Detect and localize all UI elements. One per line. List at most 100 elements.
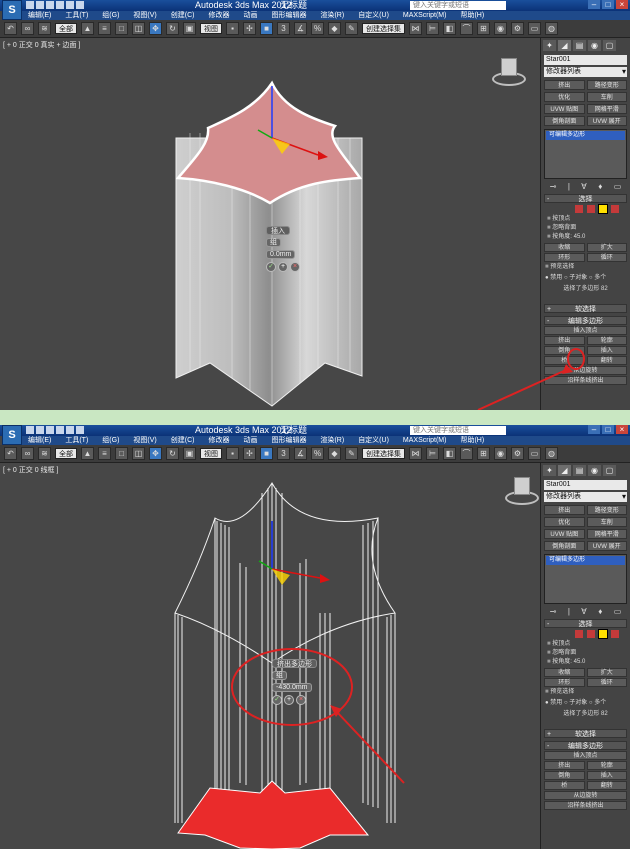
- help-search-input[interactable]: 键入关键字或短语: [410, 1, 506, 10]
- caddy-ok-icon[interactable]: ✓: [272, 695, 282, 705]
- menu-tools[interactable]: 工具(T): [65, 436, 88, 445]
- pivot-icon[interactable]: ▪: [226, 22, 239, 35]
- edit-named-selection-icon[interactable]: ✎: [345, 22, 358, 35]
- by-vertex-checkbox[interactable]: 按顶点: [541, 215, 630, 224]
- mod-unwrapuvw-button[interactable]: UVW 展开: [586, 116, 627, 126]
- mod-optimize-button[interactable]: 优化: [544, 517, 585, 527]
- layer-icon[interactable]: ◧: [443, 22, 456, 35]
- create-tab-icon[interactable]: ✦: [543, 40, 556, 51]
- edge-mode-icon[interactable]: [587, 205, 595, 213]
- reference-coordinate-select[interactable]: 视图: [200, 448, 222, 459]
- configure-sets-icon[interactable]: ▭: [614, 607, 622, 616]
- curve-editor-icon[interactable]: ⌒: [460, 22, 473, 35]
- modifier-stack[interactable]: 可编辑多边形: [544, 129, 627, 179]
- vertex-mode-icon[interactable]: [575, 205, 583, 213]
- minimize-icon[interactable]: –: [588, 425, 600, 434]
- mod-bevelprofile-button[interactable]: 倒角剖面: [544, 116, 585, 126]
- menu-create[interactable]: 创建(C): [171, 436, 195, 445]
- reference-coordinate-select[interactable]: 视图: [200, 23, 222, 34]
- rect-select-icon[interactable]: □: [115, 447, 128, 460]
- modifier-list-select[interactable]: 修改器列表: [544, 492, 627, 502]
- menu-modifiers[interactable]: 修改器: [208, 436, 229, 445]
- render-setup-icon[interactable]: ⚙: [511, 22, 524, 35]
- caddy-apply-icon[interactable]: +: [284, 695, 294, 705]
- caddy-cancel-icon[interactable]: ×: [290, 262, 300, 272]
- select-object-icon[interactable]: ▲: [81, 22, 94, 35]
- selection-filter-select[interactable]: 全部: [55, 23, 77, 34]
- loop-button[interactable]: 循环: [586, 678, 627, 687]
- menu-modifiers[interactable]: 修改器: [208, 11, 229, 20]
- mod-unwrapuvw-button[interactable]: UVW 展开: [586, 541, 627, 551]
- rotate-icon[interactable]: ↻: [166, 447, 179, 460]
- by-angle-checkbox[interactable]: 按角度: 45.0: [541, 233, 630, 242]
- hinge-from-edge-button[interactable]: 从边旋转: [544, 791, 627, 800]
- edit-named-selection-icon[interactable]: ✎: [345, 447, 358, 460]
- menu-graph-editors[interactable]: 图形编辑器: [271, 11, 306, 20]
- caddy-mode-select[interactable]: 组: [266, 238, 281, 247]
- window-crossing-icon[interactable]: ◫: [132, 22, 145, 35]
- mod-bevelprofile-button[interactable]: 倒角剖面: [544, 541, 585, 551]
- object-name-field[interactable]: Star001: [544, 55, 627, 65]
- extrude-button[interactable]: 挤出: [544, 761, 585, 770]
- curve-editor-icon[interactable]: ⌒: [460, 447, 473, 460]
- by-angle-checkbox[interactable]: 按角度: 45.0: [541, 658, 630, 667]
- mod-optimize-button[interactable]: 优化: [544, 92, 585, 102]
- insert-vertex-button[interactable]: 插入顶点: [544, 751, 627, 760]
- move-icon[interactable]: ✥: [149, 447, 162, 460]
- unlink-icon[interactable]: ≋: [38, 22, 51, 35]
- rect-select-icon[interactable]: □: [115, 22, 128, 35]
- extrude-button[interactable]: 挤出: [544, 336, 585, 345]
- transform-gizmo[interactable]: [258, 521, 330, 585]
- render-icon[interactable]: ◍: [545, 22, 558, 35]
- maximize-icon[interactable]: □: [602, 0, 614, 9]
- mod-uvwmap-button[interactable]: UVW 贴图: [544, 104, 585, 114]
- scale-icon[interactable]: ▣: [183, 22, 196, 35]
- menu-create[interactable]: 创建(C): [171, 11, 195, 20]
- bridge-button[interactable]: 桥: [544, 781, 585, 790]
- grow-button[interactable]: 扩大: [586, 243, 627, 252]
- stack-item-editable-poly[interactable]: 可编辑多边形: [546, 131, 625, 140]
- undo-icon[interactable]: ↶: [4, 22, 17, 35]
- mod-lathe-button[interactable]: 车削: [586, 92, 627, 102]
- preview-selection-radios[interactable]: ● 禁用 ○ 子对象 ○ 多个: [541, 272, 630, 281]
- create-tab-icon[interactable]: ✦: [543, 465, 556, 476]
- shrink-button[interactable]: 收缩: [544, 243, 585, 252]
- unlink-icon[interactable]: ≋: [38, 447, 51, 460]
- menu-rendering[interactable]: 渲染(R): [320, 11, 344, 20]
- close-icon[interactable]: ×: [616, 425, 628, 434]
- spinner-snap-icon[interactable]: ◆: [328, 22, 341, 35]
- link-icon[interactable]: ∞: [21, 447, 34, 460]
- schematic-view-icon[interactable]: ⊞: [477, 22, 490, 35]
- stack-item-editable-poly[interactable]: 可编辑多边形: [546, 556, 625, 565]
- show-end-icon[interactable]: |: [568, 182, 570, 191]
- extrude-along-spline-button[interactable]: 沿样条线挤出: [544, 801, 627, 810]
- angle-snap-icon[interactable]: ∡: [294, 447, 307, 460]
- extrude-along-spline-button[interactable]: 沿样条线挤出: [544, 376, 627, 385]
- star-prism-wireframe[interactable]: [0, 463, 540, 849]
- menu-edit[interactable]: 编辑(E): [28, 11, 51, 20]
- mod-lathe-button[interactable]: 车削: [586, 517, 627, 527]
- quick-access-toolbar[interactable]: [26, 426, 84, 434]
- object-name-field[interactable]: Star001: [544, 480, 627, 490]
- outline-button[interactable]: 轮廓: [586, 336, 627, 345]
- mirror-icon[interactable]: ⋈: [409, 447, 422, 460]
- polygon-mode-icon[interactable]: [598, 629, 608, 639]
- caddy-amount-input[interactable]: -430.0mm: [272, 683, 312, 692]
- menu-tools[interactable]: 工具(T): [65, 11, 88, 20]
- select-manipulate-icon[interactable]: ✢: [243, 447, 256, 460]
- rendered-frame-icon[interactable]: ▭: [528, 22, 541, 35]
- edge-mode-icon[interactable]: [587, 630, 595, 638]
- menu-help[interactable]: 帮助(H): [460, 436, 484, 445]
- ignore-backfacing-checkbox[interactable]: 忽略背面: [541, 649, 630, 658]
- ring-button[interactable]: 环形: [544, 678, 585, 687]
- app-logo-button[interactable]: S: [2, 0, 22, 20]
- edit-polygons-rollout[interactable]: - 编辑多边形: [544, 741, 627, 750]
- make-unique-icon[interactable]: ∀: [581, 182, 586, 191]
- render-icon[interactable]: ◍: [545, 447, 558, 460]
- motion-tab-icon[interactable]: ◉: [588, 465, 601, 476]
- insert-vertex-button[interactable]: 插入顶点: [544, 326, 627, 335]
- selection-filter-select[interactable]: 全部: [55, 448, 77, 459]
- pivot-icon[interactable]: ▪: [226, 447, 239, 460]
- mod-uvwmap-button[interactable]: UVW 贴图: [544, 529, 585, 539]
- percent-snap-icon[interactable]: %: [311, 447, 324, 460]
